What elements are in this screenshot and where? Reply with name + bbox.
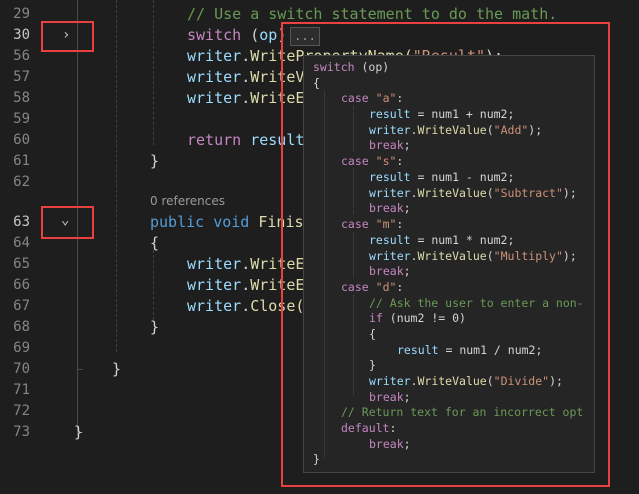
line-number: 63 xyxy=(13,214,30,230)
keyword-switch: switch xyxy=(187,26,242,44)
highlight-box-expanded-fold xyxy=(41,206,94,239)
line-number: 69 xyxy=(13,340,30,356)
code-token: . xyxy=(241,89,251,107)
line-number: 30 xyxy=(13,27,30,43)
code-comment: // Use a switch statement to do the math… xyxy=(187,5,558,23)
code-token: . xyxy=(241,47,251,65)
code-token: op xyxy=(259,26,278,44)
code-token: . xyxy=(241,255,251,273)
code-editor[interactable]: 29 30 56 57 58 59 60 61 62 63 64 65 66 67 68 69 70 71 72 73… xyxy=(0,0,639,494)
line-number: 73 xyxy=(13,424,30,440)
highlight-box-collapsed-fold xyxy=(41,21,94,52)
code-token: writer xyxy=(187,297,242,315)
code-token: } xyxy=(112,360,122,378)
code-token: } xyxy=(150,318,160,336)
code-token: } xyxy=(150,152,160,170)
code-line-68: } xyxy=(150,317,159,338)
fold-guide-end xyxy=(77,369,83,370)
code-token: . xyxy=(241,68,251,86)
line-number: 57 xyxy=(13,69,30,85)
line-number: 60 xyxy=(13,132,30,148)
code-line-61: } xyxy=(150,151,159,172)
code-token: writer xyxy=(187,68,242,86)
line-number: 66 xyxy=(13,277,30,293)
line-number: 29 xyxy=(13,6,30,22)
code-line-73: } xyxy=(74,422,83,443)
codelens-references[interactable]: 0 references xyxy=(150,194,225,208)
code-token: } xyxy=(74,423,84,441)
code-line-64: { xyxy=(150,233,159,254)
indent-guide xyxy=(116,0,117,352)
line-number: 71 xyxy=(13,382,30,398)
line-number: 67 xyxy=(13,298,30,314)
line-number: 68 xyxy=(13,319,30,335)
line-number: 56 xyxy=(13,48,30,64)
line-number: 70 xyxy=(13,361,30,377)
code-token: writer xyxy=(187,47,242,65)
line-number: 65 xyxy=(13,256,30,272)
highlight-box-preview xyxy=(281,22,610,487)
indent-guide xyxy=(153,0,154,145)
indent-guide xyxy=(153,250,154,320)
code-token: writer xyxy=(187,255,242,273)
code-token: writer xyxy=(187,276,242,294)
keyword-void: void xyxy=(204,213,250,231)
code-token: writer xyxy=(187,89,242,107)
line-number: 61 xyxy=(13,153,30,169)
keyword-return: return xyxy=(187,131,242,149)
line-number: 72 xyxy=(13,403,30,419)
line-number: 64 xyxy=(13,235,30,251)
code-line-70: } xyxy=(112,359,121,380)
code-token: . xyxy=(241,276,251,294)
code-token: . xyxy=(241,297,251,315)
code-line-30: switch (op) xyxy=(187,25,286,46)
code-token: { xyxy=(150,234,160,252)
line-number: 58 xyxy=(13,90,30,106)
code-token: ( xyxy=(241,26,260,44)
line-number: 59 xyxy=(13,111,30,127)
keyword-public: public xyxy=(150,213,205,231)
line-number: 62 xyxy=(13,174,30,190)
